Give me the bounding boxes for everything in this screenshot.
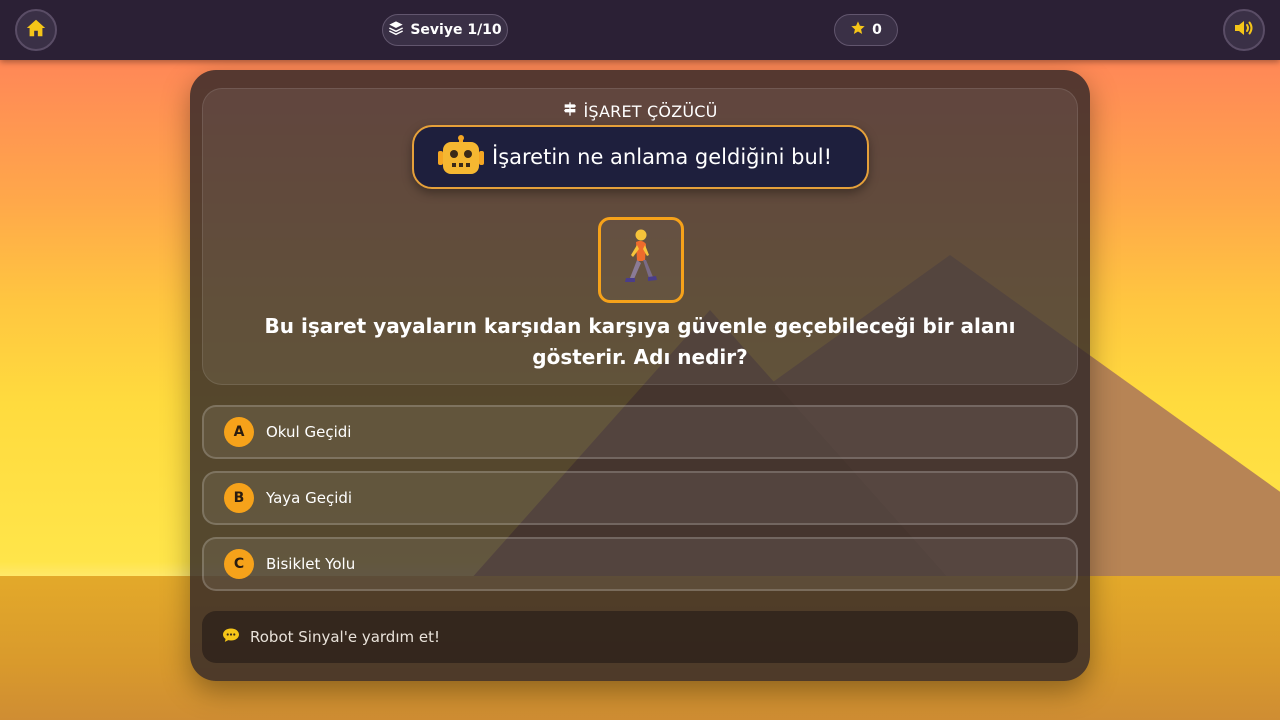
level-indicator: Seviye 1/10 — [382, 14, 508, 46]
hint-bar: Robot Sinyal'e yardım et! — [202, 611, 1078, 663]
score-indicator: 0 — [834, 14, 898, 46]
section-title: İŞARET ÇÖZÜCÜ — [203, 101, 1077, 121]
home-icon — [25, 17, 47, 43]
answer-option-a[interactable]: A Okul Geçidi — [202, 405, 1078, 459]
option-label: Okul Geçidi — [266, 423, 352, 441]
star-icon — [850, 20, 866, 40]
layers-icon — [388, 20, 404, 40]
question-text: Bu işaret yayaların karşıdan karşıya güv… — [264, 314, 1016, 369]
section-title-text: İŞARET ÇÖZÜCÜ — [583, 101, 718, 121]
home-button[interactable] — [15, 9, 57, 51]
speaker-icon — [1232, 16, 1256, 44]
option-label: Bisiklet Yolu — [266, 555, 356, 573]
quiz-card: İŞARET ÇÖZÜCÜ İşaretin ne anlama geldiği… — [190, 70, 1090, 681]
sign-image-frame — [598, 217, 684, 303]
top-bar: Seviye 1/10 0 — [0, 0, 1280, 60]
speech-bubble-icon — [222, 627, 240, 647]
option-letter-badge: C — [224, 549, 254, 579]
signpost-icon — [562, 101, 578, 121]
question-panel: İŞARET ÇÖZÜCÜ İşaretin ne anlama geldiği… — [202, 88, 1078, 385]
sound-button[interactable] — [1223, 9, 1265, 51]
option-label: Yaya Geçidi — [266, 489, 353, 507]
hint-text: Robot Sinyal'e yardım et! — [250, 628, 440, 646]
pedestrian-walking-icon — [621, 228, 661, 292]
answer-option-c[interactable]: C Bisiklet Yolu — [202, 537, 1078, 591]
option-letter-badge: B — [224, 483, 254, 513]
answer-option-b[interactable]: B Yaya Geçidi — [202, 471, 1078, 525]
level-label: Seviye 1/10 — [410, 22, 502, 38]
robot-message: İşaretin ne anlama geldiğini bul! — [492, 145, 833, 169]
robot-icon — [438, 135, 484, 179]
option-letter-badge: A — [224, 417, 254, 447]
score-value: 0 — [872, 22, 882, 38]
robot-message-bubble: İşaretin ne anlama geldiğini bul! — [412, 125, 869, 189]
